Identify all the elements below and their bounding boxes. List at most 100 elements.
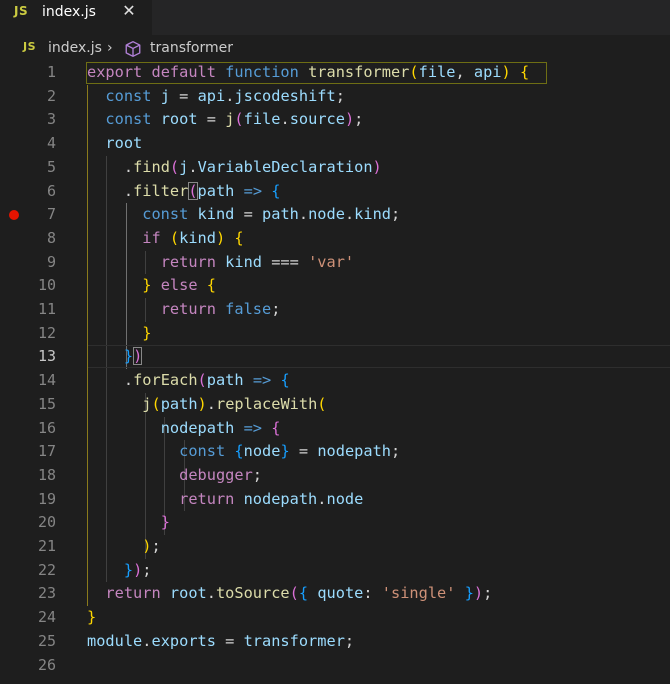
code-token: ( [169,157,180,176]
code-token: } [142,323,152,342]
code-line[interactable]: 7 const kind = path.node.kind; [0,203,670,227]
breadcrumb-symbol[interactable]: transformer [150,38,233,58]
code-token: } [280,442,290,461]
code-token: . [188,157,198,176]
code-token: root [160,110,198,129]
code-line[interactable]: 8 if (kind) { [0,227,670,251]
javascript-file-icon: JS [23,40,37,53]
code-editor[interactable]: 1 export default function transformer(fil… [0,61,670,684]
code-line[interactable]: 26 [0,654,670,678]
code-text: nodepath => { [87,417,281,441]
line-number: 22 [37,560,56,579]
code-line[interactable]: 10 } else { [0,274,670,298]
code-token: jscodeshift [234,86,336,105]
code-text: } else { [87,274,216,298]
code-line[interactable]: 16 nodepath => { [0,417,670,441]
code-token: } [123,347,134,366]
code-line[interactable]: 15 j(path).replaceWith( [0,393,670,417]
code-line[interactable]: 6 .filter(path => { [0,180,670,204]
code-token: quote [317,584,364,603]
code-token: { [234,442,244,461]
code-token: function [225,63,299,81]
code-token: ; [391,205,401,224]
code-line[interactable]: 20 } [0,511,670,535]
code-token: return [160,252,216,271]
code-token: ; [344,631,355,650]
code-line[interactable]: 21 ); [0,535,670,559]
code-token: ; [391,442,401,461]
code-text: debugger; [87,464,262,488]
code-line[interactable]: 25 module.exports = transformer; [0,630,670,654]
line-number: 3 [46,110,56,129]
code-token: kind [179,228,216,247]
line-number: 18 [37,465,56,484]
code-text: root [87,132,142,156]
code-token: = [169,86,198,105]
code-token: ) [197,394,207,413]
close-icon[interactable]: ✕ [121,1,137,21]
code-token: j [179,157,189,176]
code-token: path [197,181,235,200]
code-line[interactable]: 1 export default function transformer(fil… [0,61,670,85]
code-token: debugger [179,465,253,484]
code-token: transformer [308,63,410,81]
code-line[interactable]: 13 }) [0,345,670,369]
code-token: => [243,418,263,437]
line-number: 14 [37,371,56,390]
code-token: . [206,584,216,603]
code-text: .forEach(path => { [87,369,290,393]
breadcrumb-file[interactable]: index.js [48,38,102,58]
code-line[interactable]: 18 debugger; [0,464,670,488]
code-token: return [105,584,161,603]
code-line[interactable]: 17 const {node} = nodepath; [0,440,670,464]
code-token: node [326,489,364,508]
code-token: kind [354,205,391,224]
code-token: ( [197,371,207,390]
code-line[interactable]: 19 return nodepath.node [0,488,670,512]
code-text: } [87,606,96,630]
code-text: .find(j.VariableDeclaration) [87,156,382,180]
line-number: 7 [46,205,56,224]
code-token: = [289,442,318,461]
code-token: ( [409,63,419,81]
code-line[interactable]: 14 .forEach(path => { [0,369,670,393]
code-token: ) [133,347,143,366]
tab-index-js[interactable]: JS index.js ✕ [0,0,152,35]
code-line[interactable]: 12 } [0,322,670,346]
code-line[interactable]: 22 }); [0,559,670,583]
code-token: api [197,86,226,105]
code-line[interactable]: 23 return root.toSource({ quote: 'single… [0,582,670,606]
code-token: . [280,110,290,129]
code-token: ; [335,86,345,105]
code-token: ; [252,465,263,484]
code-token: . [298,205,309,224]
code-line[interactable]: 2 const j = api.jscodeshift; [0,85,670,109]
code-line[interactable]: 24} [0,606,670,630]
code-line[interactable]: 11 return false; [0,298,670,322]
code-line[interactable]: 5 .find(j.VariableDeclaration) [0,156,670,180]
code-token: nodepath [317,442,391,461]
code-token: . [87,157,134,176]
code-token: { [280,371,290,390]
code-text: j(path).replaceWith( [87,393,327,417]
code-line[interactable]: 3 const root = j(file.source); [0,108,670,132]
code-token: ( [289,584,299,603]
code-token: ( [317,394,327,413]
code-token: default [151,63,216,81]
code-line[interactable]: 9 return kind === 'var' [0,251,670,275]
code-line[interactable]: 4 root [0,132,670,156]
